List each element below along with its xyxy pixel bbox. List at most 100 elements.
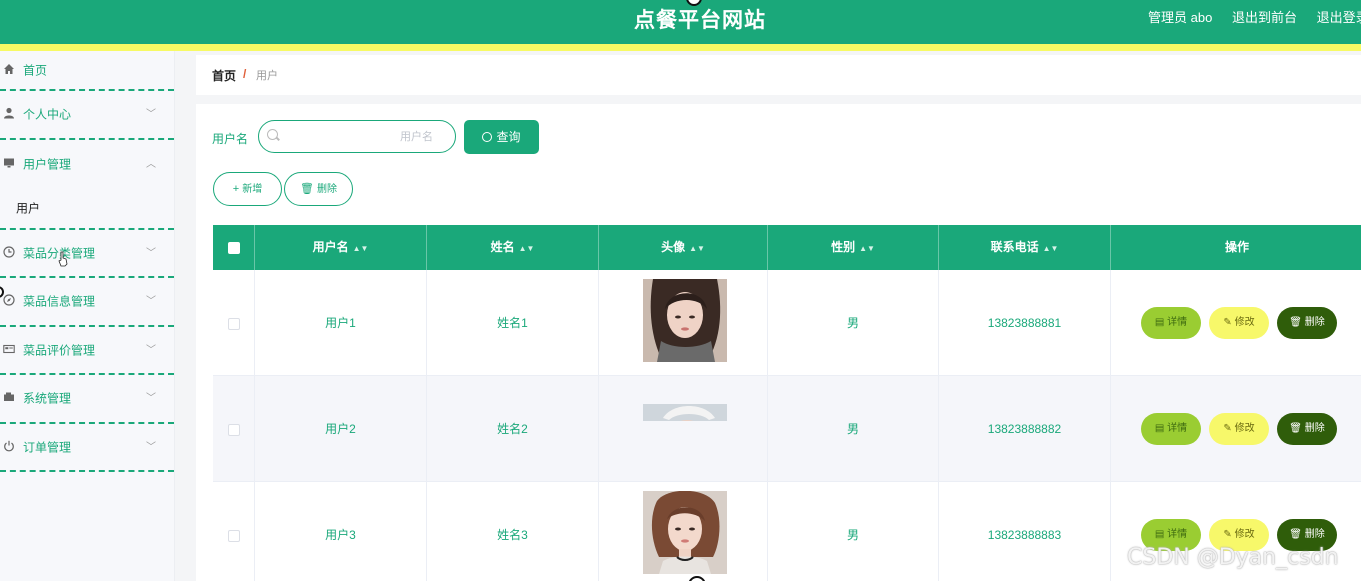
- delete-label: 删除: [1304, 317, 1325, 328]
- sidebar-subitem-label: 用户: [16, 201, 41, 215]
- home-icon: [2, 63, 16, 77]
- detail-label: 详情: [1167, 423, 1188, 434]
- sidebar-subitem-users[interactable]: 用户: [0, 188, 174, 230]
- chevron-down-icon: ﹀: [146, 296, 156, 308]
- trash-icon: 🗑: [1289, 529, 1305, 540]
- sidebar-item-user-management[interactable]: 用户管理 ︿: [0, 140, 174, 188]
- search-icon: [267, 129, 278, 140]
- breadcrumb-separator: /: [243, 67, 247, 81]
- row-checkbox[interactable]: [227, 317, 240, 330]
- search-icon: [482, 132, 493, 142]
- sidebar-item-label: 订单管理: [23, 440, 72, 455]
- back-to-frontend-link[interactable]: 退出到前台: [1232, 10, 1297, 25]
- wallet-icon: [2, 391, 16, 405]
- add-button-label: 新增: [242, 184, 263, 195]
- sidebar-item-home[interactable]: 首页: [0, 51, 174, 91]
- edit-button[interactable]: ✎ 修改: [1209, 413, 1269, 445]
- breadcrumb-home[interactable]: 首页: [212, 67, 236, 84]
- sidebar-item-label: 用户管理: [23, 157, 72, 171]
- sidebar-item-dish-info[interactable]: 菜品信息管理 ﹀: [0, 278, 174, 327]
- sidebar-item-label: 系统管理: [23, 391, 72, 406]
- sidebar-item-orders[interactable]: 订单管理 ﹀: [0, 424, 174, 472]
- column-label: 联系电话: [990, 240, 1039, 254]
- select-all-checkbox[interactable]: [227, 241, 240, 254]
- cell-actions: ▤ 详情 ✎ 修改 🗑 删除: [1111, 376, 1361, 482]
- sidebar-item-dish-category[interactable]: 菜品分类管理 ﹀: [0, 230, 174, 278]
- cell-avatar: [599, 482, 768, 581]
- chevron-down-icon: ﹀: [146, 109, 156, 121]
- hand-cursor-icon: [58, 251, 68, 267]
- cell-phone: 13823888883: [939, 482, 1111, 581]
- sidebar-item-profile[interactable]: 个人中心 ﹀: [0, 91, 174, 140]
- column-header-name[interactable]: 姓名 ▲▼: [427, 225, 599, 270]
- column-label: 性别: [831, 240, 856, 254]
- sidebar-item-label: 菜品信息管理: [23, 294, 96, 309]
- chevron-up-icon: ︿: [146, 158, 156, 170]
- batch-delete-button[interactable]: 🗑 删除: [284, 172, 353, 206]
- row-checkbox-cell: [213, 270, 255, 376]
- chevron-down-icon: ﹀: [146, 441, 156, 453]
- row-checkbox[interactable]: [227, 423, 240, 436]
- edit-button[interactable]: ✎ 修改: [1209, 307, 1269, 339]
- column-label: 操作: [1224, 240, 1249, 254]
- column-label: 头像: [661, 240, 686, 254]
- header-user-area: 管理员 abo 退出到前台 退出登录: [1148, 7, 1361, 26]
- delete-button[interactable]: 🗑 删除: [1277, 307, 1337, 339]
- sort-icon: ▲▼: [518, 244, 535, 253]
- cell-avatar: [599, 270, 768, 376]
- column-header-gender[interactable]: 性别 ▲▼: [768, 225, 939, 270]
- monitor-icon: [2, 157, 16, 171]
- column-header-phone[interactable]: 联系电话 ▲▼: [939, 225, 1111, 270]
- doc-icon: ▤: [1154, 529, 1168, 540]
- search-box[interactable]: [258, 120, 456, 153]
- avatar-image: [643, 279, 727, 362]
- add-button[interactable]: + 新增: [213, 172, 282, 206]
- compass-icon: [2, 294, 16, 308]
- sidebar-item-system[interactable]: 系统管理 ﹀: [0, 375, 174, 424]
- cell-username: 用户1: [255, 270, 427, 376]
- header-accent-bar: [0, 44, 1361, 51]
- cell-phone: 13823888882: [939, 376, 1111, 482]
- chevron-down-icon: ﹀: [146, 393, 156, 405]
- sort-icon: ▲▼: [689, 244, 705, 253]
- detail-button[interactable]: ▤ 详情: [1141, 307, 1201, 339]
- detail-button[interactable]: ▤ 详情: [1141, 413, 1201, 445]
- main-panel: 用户名 查询 +新增 🗑删除 用户名▲▼ 姓名▲▼ 头像▲▼ 性别▲▼: [196, 104, 1361, 581]
- table-header: 用户名 ▲▼ 姓名 ▲▼ 头像 ▲▼ 性别 ▲▼ 联系电话 ▲▼ 操作: [213, 225, 1361, 270]
- row-checkbox[interactable]: [227, 529, 240, 542]
- pencil-icon: ✎: [1223, 317, 1235, 328]
- cell-gender: 男: [768, 376, 939, 482]
- table-row: 用户1 姓名1 男 13823888881 ▤ 详情 ✎ 修改 🗑 删除: [213, 270, 1361, 376]
- column-header-avatar[interactable]: 头像 ▲▼: [599, 225, 768, 270]
- cell-name: 姓名1: [427, 270, 599, 376]
- edit-label: 修改: [1234, 317, 1255, 328]
- cell-name: 姓名2: [427, 376, 599, 482]
- delete-button[interactable]: 🗑 删除: [1277, 413, 1337, 445]
- row-checkbox-cell: [213, 482, 255, 581]
- sidebar-item-label: 菜品评价管理: [23, 343, 96, 358]
- username-search-input[interactable]: [283, 127, 433, 147]
- column-label: 用户名: [312, 240, 349, 254]
- search-label: 用户名: [212, 132, 249, 146]
- card-icon: [2, 343, 16, 357]
- sidebar-item-dish-review[interactable]: 菜品评价管理 ﹀: [0, 327, 174, 375]
- trash-icon: 🗑: [300, 183, 314, 195]
- clock-icon: [2, 246, 16, 260]
- cell-gender: 男: [768, 482, 939, 581]
- doc-icon: ▤: [1154, 423, 1168, 434]
- users-table: 用户名 ▲▼ 姓名 ▲▼ 头像 ▲▼ 性别 ▲▼ 联系电话 ▲▼ 操作 用户1 姓名1: [213, 225, 1361, 581]
- query-button[interactable]: 查询: [464, 120, 539, 154]
- avatar-image: [643, 491, 727, 574]
- delete-label: 删除: [1304, 529, 1325, 540]
- column-header-username[interactable]: 用户名 ▲▼: [255, 225, 427, 270]
- sidebar-item-label: 个人中心: [23, 107, 72, 122]
- cell-phone: 13823888881: [939, 270, 1111, 376]
- column-header-actions: 操作: [1111, 225, 1361, 270]
- sidebar-item-label: 首页: [23, 63, 48, 78]
- pencil-icon: ✎: [1223, 423, 1235, 434]
- power-icon: [2, 440, 16, 454]
- logout-link[interactable]: 退出登录: [1317, 10, 1361, 25]
- doc-icon: ▤: [1154, 317, 1168, 328]
- sort-icon: ▲▼: [859, 244, 875, 253]
- table-row: 用户2 姓名2 男 13823888882 ▤ 详情 ✎ 修改 🗑 删除: [213, 376, 1361, 482]
